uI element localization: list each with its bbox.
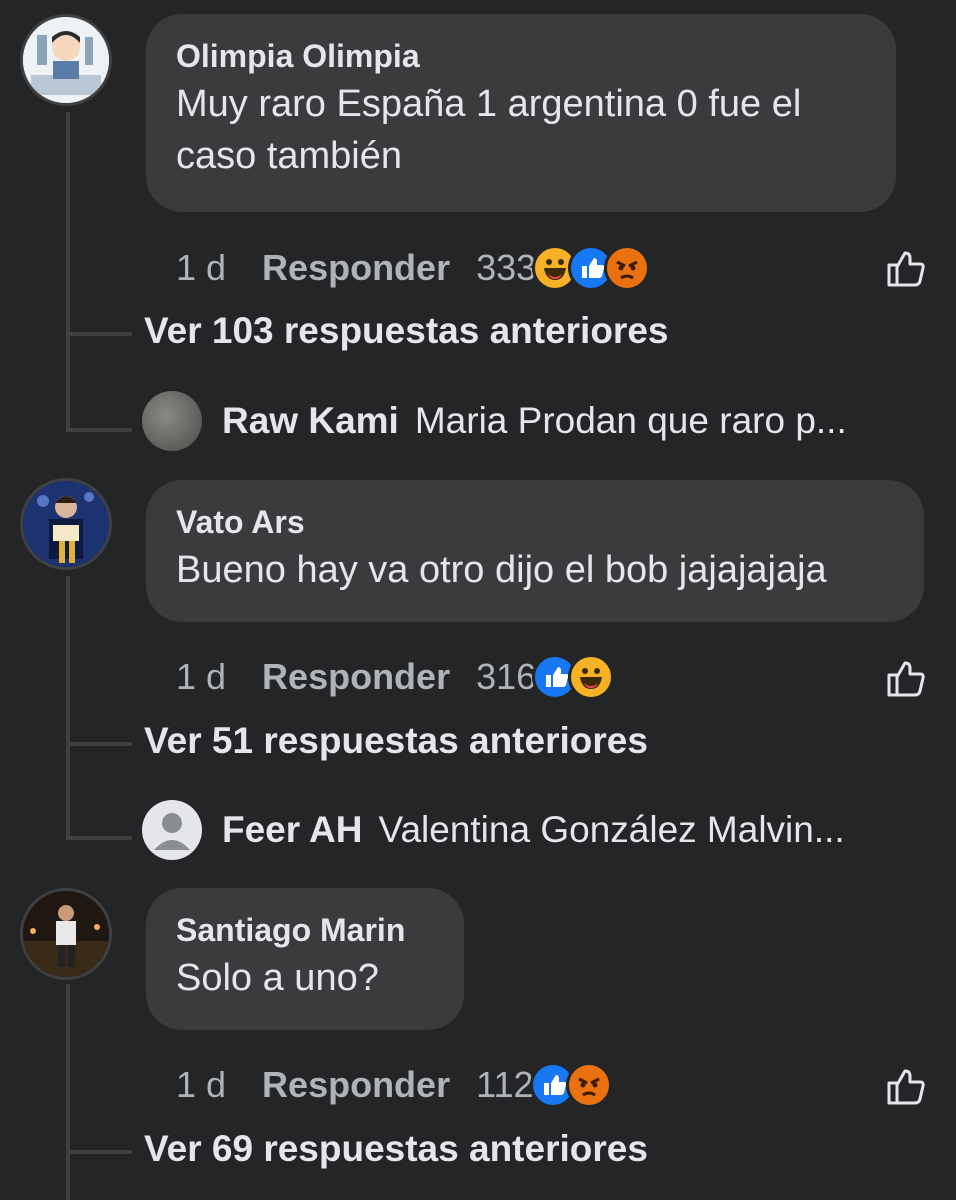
avatar[interactable] bbox=[20, 478, 112, 570]
comment-time: 1 d bbox=[176, 247, 227, 288]
comment-bubble[interactable]: Santiago Marin Solo a uno? bbox=[146, 888, 464, 1030]
thumbs-up-outline-icon[interactable] bbox=[884, 656, 928, 700]
angry-reaction-icon bbox=[565, 1062, 612, 1108]
thread-connector bbox=[66, 1118, 132, 1154]
reaction-count[interactable]: 333 bbox=[476, 247, 536, 289]
default-avatar-icon[interactable] bbox=[142, 800, 202, 860]
avatar[interactable] bbox=[20, 14, 112, 106]
comment-bubble[interactable]: Olimpia Olimpia Muy raro España 1 argent… bbox=[146, 14, 896, 212]
thread-connector bbox=[66, 380, 132, 432]
reply-button[interactable]: Responder bbox=[262, 1064, 450, 1106]
reply-text: Valentina González Malvin... bbox=[378, 809, 845, 850]
comment-text: Muy raro España 1 argentina 0 fue el bbox=[176, 83, 802, 125]
thumbs-up-outline-icon[interactable] bbox=[884, 1064, 928, 1108]
reply-preview[interactable]: Feer AH Valentina González Malvin... bbox=[142, 800, 845, 860]
thumbs-up-outline-icon[interactable] bbox=[884, 246, 928, 290]
comment-time: 1 d bbox=[176, 1064, 227, 1105]
thread-connector bbox=[66, 300, 132, 336]
avatar-illustration bbox=[23, 17, 109, 103]
comment-author[interactable]: Olimpia Olimpia bbox=[176, 36, 866, 76]
avatar[interactable] bbox=[142, 391, 202, 451]
reply-button[interactable]: Responder bbox=[262, 656, 450, 698]
comment-text: Solo a uno? bbox=[176, 957, 379, 999]
thread-connector bbox=[66, 710, 132, 746]
avatar-illustration bbox=[23, 481, 109, 567]
thread-connector bbox=[66, 790, 132, 840]
comment-time: 1 d bbox=[176, 656, 227, 697]
comment-text: Bueno hay va otro dijo el bob jajajajaja bbox=[176, 549, 827, 591]
angry-reaction-icon bbox=[604, 245, 651, 291]
avatar-illustration bbox=[23, 891, 109, 977]
comment-meta: 1 d Responder 316 bbox=[176, 652, 615, 702]
reply-author[interactable]: Feer AH bbox=[222, 809, 363, 851]
reply-text: Maria Prodan que raro p... bbox=[414, 400, 847, 441]
reaction-count[interactable]: 316 bbox=[476, 656, 536, 698]
view-more-replies-button[interactable]: Ver 69 respuestas anteriores bbox=[144, 1128, 648, 1170]
avatar[interactable] bbox=[20, 888, 112, 980]
comment-author[interactable]: Vato Ars bbox=[176, 502, 894, 542]
comment-meta: 1 d Responder 333 bbox=[176, 243, 651, 293]
comment-meta: 1 d Responder 112 bbox=[176, 1060, 612, 1110]
reply-preview[interactable]: Raw Kami Maria Prodan que raro p... bbox=[142, 391, 847, 451]
thread-line bbox=[66, 984, 70, 1200]
reply-author[interactable]: Raw Kami bbox=[222, 400, 399, 442]
reply-button[interactable]: Responder bbox=[262, 247, 450, 289]
view-more-replies-button[interactable]: Ver 103 respuestas anteriores bbox=[144, 310, 669, 352]
comment-author[interactable]: Santiago Marin bbox=[176, 910, 434, 950]
comment-text: caso también bbox=[176, 135, 403, 177]
reaction-count[interactable]: 112 bbox=[476, 1064, 533, 1106]
haha-reaction-icon bbox=[568, 654, 615, 700]
view-more-replies-button[interactable]: Ver 51 respuestas anteriores bbox=[144, 720, 648, 762]
comment-bubble[interactable]: Vato Ars Bueno hay va otro dijo el bob j… bbox=[146, 480, 924, 622]
